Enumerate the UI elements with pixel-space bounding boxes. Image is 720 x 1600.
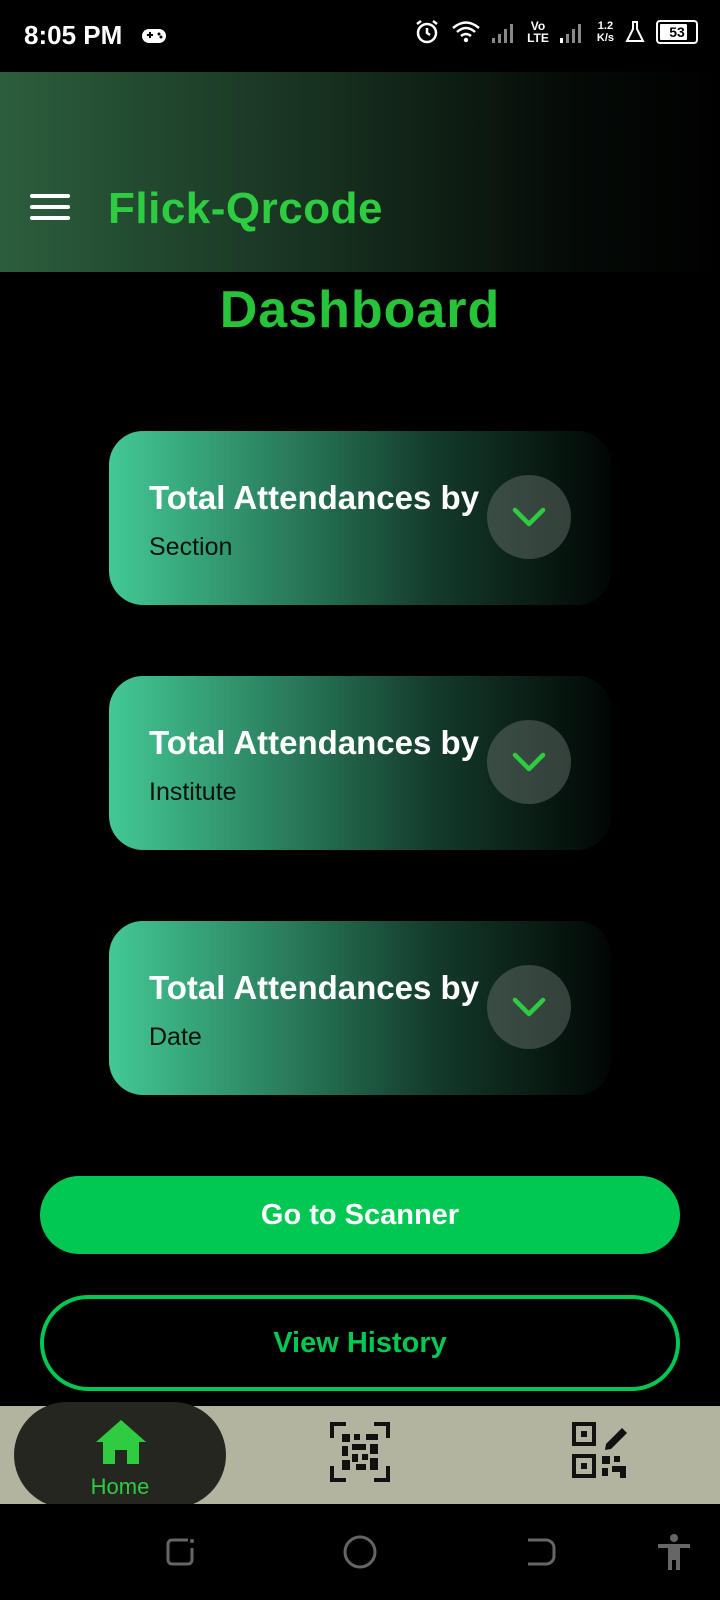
chevron-down-icon <box>512 752 546 772</box>
bottom-nav: Home <box>0 1402 720 1508</box>
home-icon <box>96 1420 146 1464</box>
app-bar: Flick-Qrcode <box>0 72 720 272</box>
expand-button[interactable] <box>487 965 571 1049</box>
qr-scanner-icon[interactable] <box>330 1422 390 1482</box>
card-attendance-institute[interactable]: Total Attendances by Institute <box>109 676 611 850</box>
menu-line <box>30 205 70 209</box>
view-history-button[interactable]: View History <box>40 1295 680 1391</box>
wifi-icon <box>452 21 480 43</box>
battery-indicator: 53 <box>656 20 698 44</box>
menu-line <box>30 194 70 198</box>
network-speed: 1.2 K/s <box>597 20 614 44</box>
expand-button[interactable] <box>487 720 571 804</box>
chevron-down-icon <box>512 997 546 1017</box>
status-bar: 8:05 PM Vo LTE 1.2 K/s 53 <box>0 0 720 72</box>
flask-icon <box>625 21 645 42</box>
alarm-icon <box>416 20 438 44</box>
network-speed-unit: K/s <box>596 32 614 44</box>
card-title: Total Attendances by <box>149 969 480 1006</box>
hamburger-menu-icon[interactable] <box>30 194 70 224</box>
signal-weak-icon <box>492 24 514 43</box>
nav-home[interactable]: Home <box>14 1402 226 1508</box>
card-attendance-date[interactable]: Total Attendances by Date <box>109 921 611 1095</box>
card-subtitle: Institute <box>149 778 237 806</box>
page-title: Dashboard <box>219 281 501 339</box>
card-title: Total Attendances by <box>149 479 480 516</box>
nav-home-label: Home <box>90 1474 150 1499</box>
card-subtitle: Section <box>149 533 233 561</box>
recent-apps-icon[interactable] <box>160 1532 200 1572</box>
system-nav-bar <box>0 1504 720 1600</box>
card-subtitle: Date <box>149 1023 202 1051</box>
battery-level: 53 <box>669 24 685 40</box>
card-title: Total Attendances by <box>149 724 480 761</box>
network-speed-value: 1.2 <box>597 20 614 32</box>
signal-icon <box>559 24 581 43</box>
status-time: 8:05 PM <box>24 20 123 50</box>
chevron-down-icon <box>512 507 546 527</box>
menu-line <box>30 216 70 220</box>
card-attendance-section[interactable]: Total Attendances by Section <box>109 431 611 605</box>
go-to-scanner-button[interactable]: Go to Scanner <box>40 1176 680 1254</box>
gamepad-icon <box>142 29 166 43</box>
volte-bottom-text: LTE <box>527 31 549 45</box>
app-title: Flick-Qrcode <box>108 184 383 233</box>
accessibility-icon[interactable] <box>654 1532 694 1572</box>
home-system-icon[interactable] <box>340 1532 380 1572</box>
back-icon[interactable] <box>520 1532 560 1572</box>
volte-indicator: Vo LTE <box>527 20 549 44</box>
status-icons: Vo LTE 1.2 K/s 53 <box>413 18 698 46</box>
qr-generate-icon[interactable] <box>572 1422 630 1480</box>
expand-button[interactable] <box>487 475 571 559</box>
